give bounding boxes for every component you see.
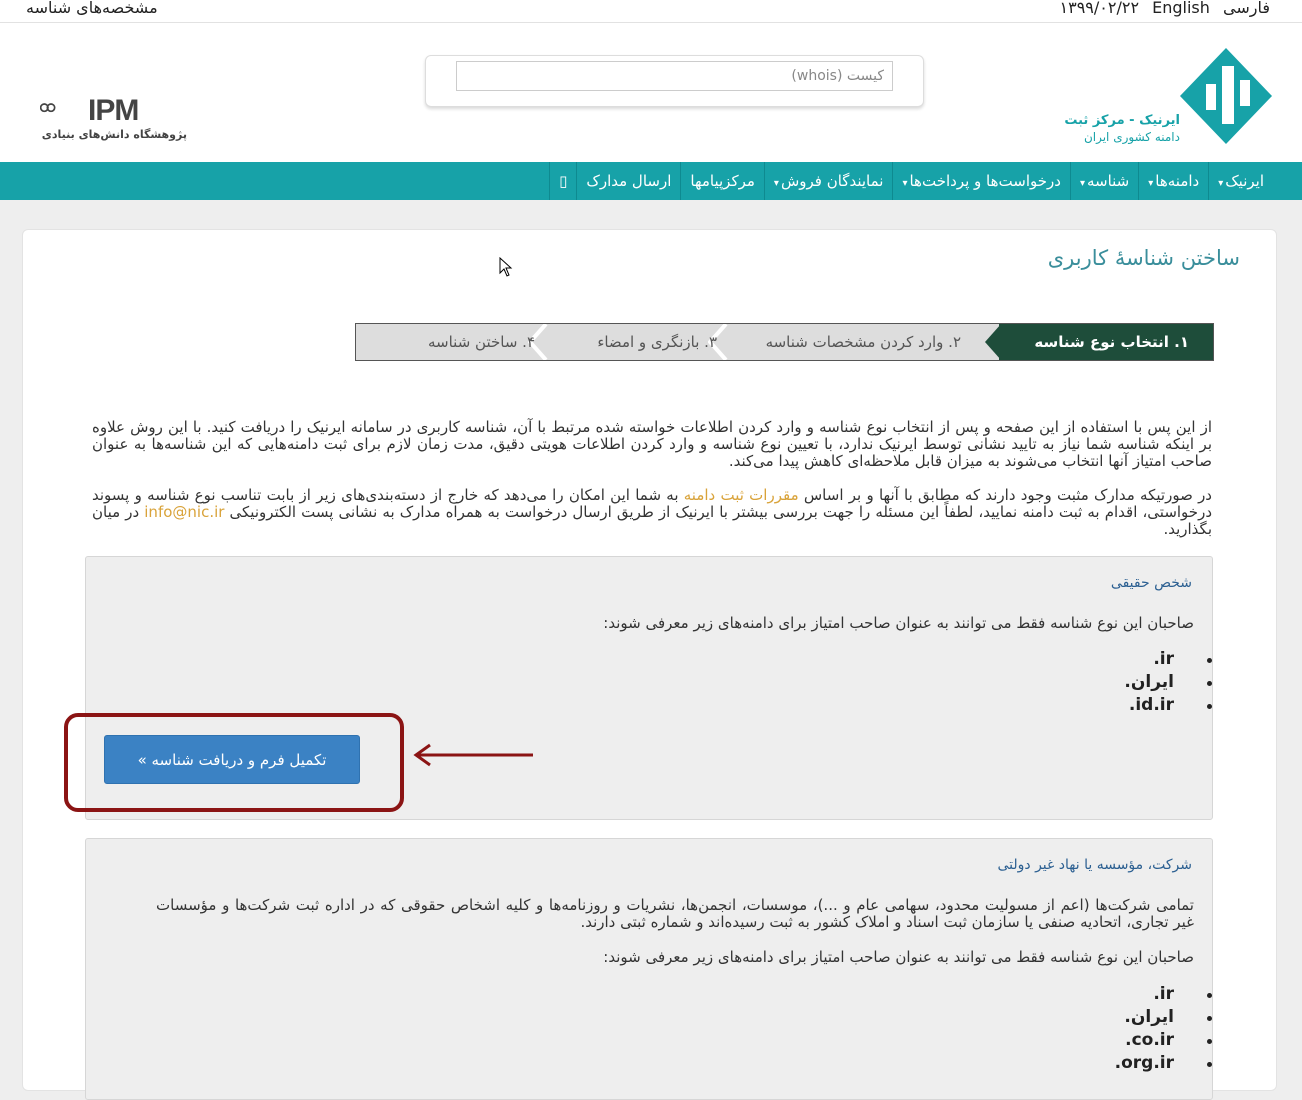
panel-title: شرکت، مؤسسه یا نهاد غیر دولتی [997, 857, 1192, 873]
whois-search-box [425, 55, 924, 107]
irnic-logo-icon [1180, 48, 1272, 144]
list-item: .ir [1124, 648, 1212, 671]
caret-down-icon: ▾ [773, 178, 779, 189]
list-item: .org.ir [1115, 1052, 1213, 1075]
list-item: .id.ir [1124, 694, 1212, 717]
list-item: .ایران [1124, 671, 1212, 694]
step-label: ۳. بازنگری و امضاء [597, 333, 717, 351]
nav-label: دامنه‌ها [1155, 172, 1200, 190]
whois-search-input[interactable] [456, 61, 893, 91]
nav-label: مرکزپیامها [690, 172, 755, 190]
step-4: ۴. ساختن شناسه [428, 324, 535, 360]
nav-item-requests[interactable]: درخواست‌ها و پرداخت‌ها▾ [892, 162, 1069, 200]
panel-company: شرکت، مؤسسه یا نهاد غیر دولتی تمامی شرکت… [85, 838, 1213, 1100]
nav-label: شناسه [1086, 172, 1130, 190]
nav-label: ایرنیک [1225, 172, 1264, 190]
docs-text: در صورتیکه مدارک مثبت وجود دارند که مطاب… [798, 486, 1212, 504]
square-icon: ▯ [559, 172, 568, 190]
step-2: ۲. وارد کردن مشخصات شناسه [766, 324, 961, 360]
irnic-title: ایرنیک - مرکز ثبت [1064, 113, 1180, 128]
nav-items: ایرنیک▾ دامنه‌ها▾ شناسه▾ درخواست‌ها و پر… [549, 162, 1273, 200]
nav-item-domains[interactable]: دامنه‌ها▾ [1138, 162, 1208, 200]
lang-fa-link[interactable]: فارسی [1223, 0, 1270, 17]
highlight-annotation [64, 713, 404, 812]
top-bar-right: ۱۳۹۹/۰۲/۲۲ English فارسی [1052, 0, 1271, 17]
nav-item-handle[interactable]: شناسه▾ [1069, 162, 1138, 200]
ipm-logo-text: IPM [88, 94, 139, 127]
profile-link[interactable]: مشخصه‌های شناسه [26, 0, 158, 17]
lang-en-link[interactable]: English [1152, 0, 1210, 17]
top-bar: مشخصه‌های شناسه ۱۳۹۹/۰۲/۲۲ English فارسی [0, 0, 1302, 23]
panel-title: شخص حقیقی [1110, 575, 1192, 591]
mouse-cursor-icon [499, 257, 513, 277]
panel-text: تمامی شرکت‌ها (اعم از مسولیت محدود، سهام… [156, 896, 1194, 931]
arrow-left-icon [413, 743, 533, 767]
caret-down-icon: ▾ [902, 178, 908, 189]
step-label: ۴. ساختن شناسه [428, 333, 535, 351]
panel-text: صاحبان این نوع شناسه فقط می توانند به عن… [603, 948, 1194, 966]
caret-down-icon: ▾ [1218, 178, 1224, 189]
step-1: ۱. انتخاب نوع شناسه [999, 324, 1213, 360]
caret-down-icon: ▾ [1148, 178, 1154, 189]
step-label: ۱. انتخاب نوع شناسه [1034, 333, 1189, 351]
nav-item-irnic[interactable]: ایرنیک▾ [1208, 162, 1273, 200]
step-chevron-icon [985, 324, 1001, 360]
ipm-subtitle: پژوهشگاه دانش‌های بنیادی [41, 128, 187, 141]
domain-list: .ir .ایران .id.ir [1124, 648, 1212, 717]
intro-paragraph: از این پس با استفاده از این صفحه و پس از… [92, 418, 1212, 470]
nav-label: نمایندگان فروش [780, 172, 884, 190]
ipm-logo-icon [40, 103, 56, 113]
wizard-steps: ۱. انتخاب نوع شناسه ۲. وارد کردن مشخصات … [355, 323, 1214, 361]
list-item: .ایران [1115, 1006, 1213, 1029]
documents-paragraph: در صورتیکه مدارک مثبت وجود دارند که مطاب… [92, 487, 1212, 538]
panel-text: صاحبان این نوع شناسه فقط می توانند به عن… [603, 614, 1194, 632]
nav-label: درخواست‌ها و پرداخت‌ها [909, 172, 1061, 190]
nav-item-messages[interactable]: مرکزپیامها [680, 162, 764, 200]
nav-item-resellers[interactable]: نمایندگان فروش▾ [763, 162, 893, 200]
date-label: ۱۳۹۹/۰۲/۲۲ [1059, 0, 1140, 17]
nav-item-extra[interactable]: ▯ [549, 162, 576, 200]
list-item: .ir [1115, 983, 1213, 1006]
irnic-subtitle: دامنه کشوری ایران [1083, 130, 1180, 144]
domain-list: .ir .ایران .co.ir .org.ir [1115, 983, 1213, 1075]
email-link[interactable]: info@nic.ir [144, 503, 224, 521]
list-item: .co.ir [1115, 1029, 1213, 1052]
step-3: ۳. بازنگری و امضاء [597, 324, 717, 360]
nav-label: ارسال مدارک [586, 172, 672, 190]
registration-rules-link[interactable]: مقررات ثبت دامنه [684, 486, 799, 504]
caret-down-icon: ▾ [1079, 178, 1085, 189]
page-title: ساختن شناسهٔ کاربری [1047, 246, 1240, 270]
main-nav: ایرنیک▾ دامنه‌ها▾ شناسه▾ درخواست‌ها و پر… [0, 162, 1302, 200]
nav-item-send-docs[interactable]: ارسال مدارک [576, 162, 680, 200]
step-label: ۲. وارد کردن مشخصات شناسه [765, 333, 961, 351]
